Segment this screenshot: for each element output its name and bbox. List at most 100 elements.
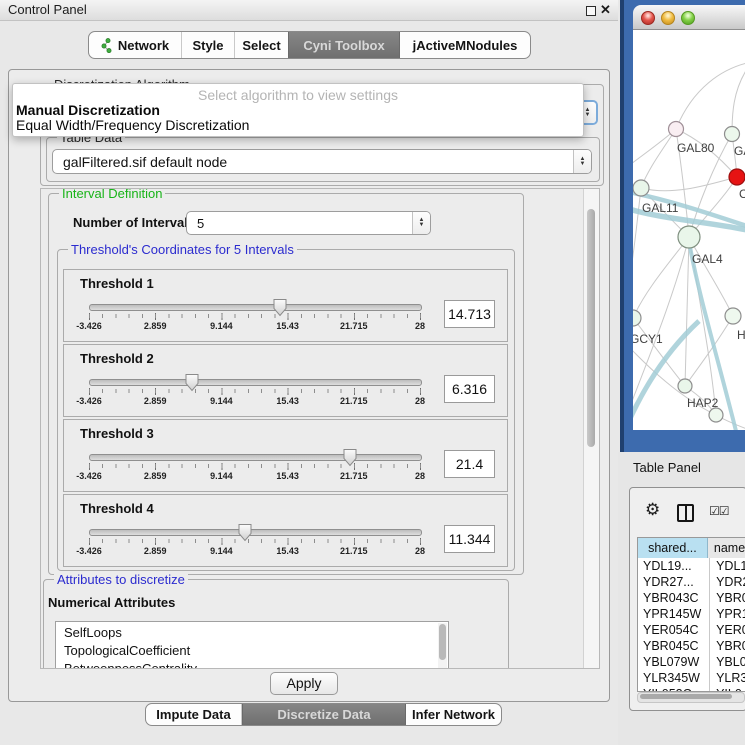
node-gal80 <box>669 122 684 137</box>
node-table: shared... name YDL19... YDL1 YDR27... YD… <box>637 537 745 692</box>
node-hap2 <box>678 379 692 393</box>
node-gcy1 <box>633 310 641 326</box>
slider-scale-labels: -3.426 2.859 9.144 15.43 21.715 28 <box>89 546 420 558</box>
threshold-4-slider[interactable]: -3.426 2.859 9.144 15.43 21.715 28 <box>89 495 420 566</box>
control-panel-title: Control Panel <box>8 0 87 20</box>
table-row[interactable]: YER054C YER0 <box>638 622 745 638</box>
threshold-1-value-field[interactable]: 14.713 <box>444 300 495 328</box>
tab-network[interactable]: Network <box>89 32 182 58</box>
tab-style[interactable]: Style <box>182 32 235 58</box>
numerical-attributes-heading: Numerical Attributes <box>48 595 175 610</box>
numerical-attributes-list[interactable]: SelfLoops TopologicalCoefficient Between… <box>55 621 449 669</box>
cyni-bottom-tabbar: Impute Data Discretize Data Infer Networ… <box>145 703 502 726</box>
number-of-intervals-combobox[interactable]: 5 ▲▼ <box>186 211 431 235</box>
attributes-list-scrollbar[interactable] <box>438 623 447 669</box>
slider-thumb[interactable] <box>272 298 287 317</box>
slider-track[interactable] <box>89 379 422 386</box>
network-graph: GAL80 GA C GAL11 GAL4 GCY1 H HAP2 <box>633 29 745 430</box>
list-item[interactable]: BetweennessCentrality <box>56 660 448 669</box>
table-row[interactable]: YBR043C YBR0 <box>638 590 745 606</box>
select-columns-checkboxes-icon[interactable]: ☑☑ <box>709 504 729 518</box>
threshold-3-slider[interactable]: -3.426 2.859 9.144 15.43 21.715 28 <box>89 420 420 491</box>
zoom-traffic-light-icon[interactable] <box>681 11 695 25</box>
threshold-2-value-field[interactable]: 6.316 <box>444 375 495 403</box>
columns-icon[interactable] <box>677 504 694 522</box>
algorithm-placeholder: Select algorithm to view settings <box>13 84 583 103</box>
table-data-combobox[interactable]: galFiltered.sif default node ▲▼ <box>52 149 592 174</box>
slider-thumb[interactable] <box>237 523 252 542</box>
close-icon[interactable]: ✕ <box>600 1 611 19</box>
popup-option-equal-width-frequency[interactable]: Equal Width/Frequency Discretization <box>13 118 583 133</box>
apply-button[interactable]: Apply <box>270 672 338 695</box>
tab-cyni-toolbox[interactable]: Cyni Toolbox <box>288 32 400 58</box>
slider-thumb[interactable] <box>184 373 199 392</box>
column-header-name[interactable]: name <box>708 538 745 558</box>
tab-network-label: Network <box>118 38 169 53</box>
scrollbar-thumb[interactable] <box>587 209 595 447</box>
combo-spinner-icon[interactable]: ▲▼ <box>412 212 430 234</box>
scrollbar-thumb[interactable] <box>640 694 732 699</box>
slider-minor-ticks <box>89 539 421 543</box>
node-label-gal11: GAL11 <box>642 201 679 215</box>
tab-infer-network[interactable]: Infer Network <box>406 704 501 725</box>
slider-minor-ticks <box>89 464 421 468</box>
tab-jactivemnodules-label: jActiveMNodules <box>413 38 518 53</box>
network-canvas[interactable]: GAL80 GA C GAL11 GAL4 GCY1 H HAP2 <box>633 29 745 430</box>
list-item[interactable]: TopologicalCoefficient <box>56 642 448 660</box>
slider-scale-labels: -3.426 2.859 9.144 15.43 21.715 28 <box>89 471 420 483</box>
table-row[interactable]: YDL19... YDL1 <box>638 558 745 574</box>
popup-option-manual-discretization[interactable]: Manual Discretization <box>13 103 583 118</box>
number-of-intervals-label: Number of Intervals <box>73 215 195 230</box>
node-gal4 <box>678 226 700 248</box>
tab-impute-data-label: Impute Data <box>156 707 230 722</box>
attributes-group-title: Attributes to discretize <box>54 572 188 587</box>
tab-discretize-data[interactable]: Discretize Data <box>242 704 406 725</box>
tab-jactivemnodules[interactable]: jActiveMNodules <box>400 32 530 58</box>
tab-select[interactable]: Select <box>235 32 288 58</box>
tab-infer-network-label: Infer Network <box>412 707 495 722</box>
network-icon <box>101 38 113 53</box>
threshold-2-slider[interactable]: -3.426 2.859 9.144 15.43 21.715 28 <box>89 345 420 416</box>
algorithm-dropdown-popup: Select algorithm to view settings Manual… <box>12 83 584 137</box>
table-row[interactable]: YLR345W YLR3 <box>638 670 745 686</box>
node-partial <box>709 408 723 422</box>
threshold-3-panel: Threshold 3 -3.426 2.859 9.144 15.43 21.… <box>63 419 508 492</box>
settings-vertical-scrollbar[interactable] <box>583 189 600 668</box>
slider-scale-labels: -3.426 2.859 9.144 15.43 21.715 28 <box>89 396 420 408</box>
table-row[interactable]: YBR045C YBR0 <box>638 638 745 654</box>
tab-style-label: Style <box>192 38 223 53</box>
list-item[interactable]: SelfLoops <box>56 622 448 642</box>
application-window: Control Panel ✕ Network Style Select <box>0 0 745 745</box>
close-traffic-light-icon[interactable] <box>641 11 655 25</box>
thresholds-group-title: Threshold's Coordinates for 5 Intervals <box>68 242 297 257</box>
tab-discretize-data-label: Discretize Data <box>277 707 370 722</box>
table-panel-title: Table Panel <box>633 458 701 478</box>
table-row[interactable]: YDR27... YDR2 <box>638 574 745 590</box>
slider-track[interactable] <box>89 529 422 536</box>
combo-spinner-icon[interactable]: ▲▼ <box>573 150 591 173</box>
node-label-c: C <box>739 187 745 201</box>
threshold-1-slider[interactable]: -3.426 2.859 9.144 15.43 21.715 28 <box>89 270 420 341</box>
gear-icon[interactable]: ⚙ <box>645 500 660 520</box>
slider-minor-ticks <box>89 314 421 318</box>
tab-impute-data[interactable]: Impute Data <box>146 704 242 725</box>
table-row[interactable]: YBL079W YBL0 <box>638 654 745 670</box>
node-red <box>729 169 745 185</box>
interval-definition-title: Interval Definition <box>59 188 165 201</box>
float-window-icon[interactable] <box>586 6 596 16</box>
minimize-traffic-light-icon[interactable] <box>661 11 675 25</box>
slider-track[interactable] <box>89 304 422 311</box>
settings-scroll-viewport: Interval Definition Number of Intervals … <box>40 188 600 669</box>
table-horizontal-scrollbar[interactable] <box>637 692 745 703</box>
node-h <box>725 308 741 324</box>
threshold-3-value-field[interactable]: 21.4 <box>444 450 495 478</box>
threshold-4-value-field[interactable]: 11.344 <box>444 525 495 553</box>
slider-thumb[interactable] <box>343 448 358 467</box>
control-panel-titlebar: Control Panel ✕ <box>0 0 618 21</box>
slider-track[interactable] <box>89 454 422 461</box>
tab-cyni-toolbox-label: Cyni Toolbox <box>303 38 384 53</box>
table-row[interactable]: YPR145W YPR1 <box>638 606 745 622</box>
node-label-hap2: HAP2 <box>687 396 719 410</box>
network-window-titlebar[interactable] <box>633 5 745 30</box>
column-header-shared-name[interactable]: shared... <box>638 538 708 558</box>
